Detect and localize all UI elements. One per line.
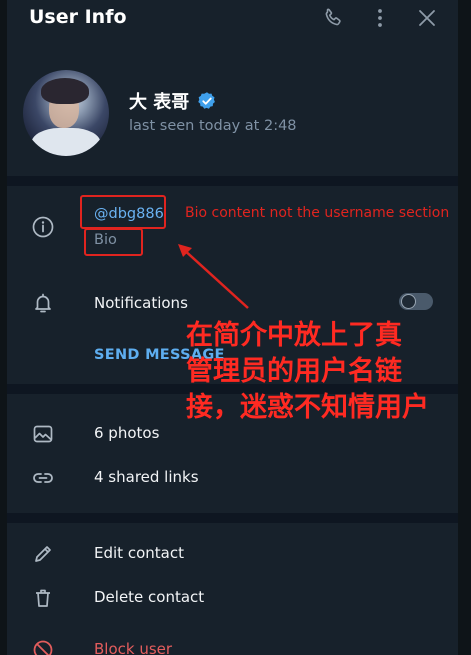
more-vertical-icon[interactable] xyxy=(368,6,392,30)
block-user-button[interactable]: Block user xyxy=(94,640,172,655)
pencil-icon xyxy=(31,542,55,566)
link-icon xyxy=(31,466,55,490)
trash-icon xyxy=(31,586,55,610)
profile-name: 大 表哥 xyxy=(129,92,190,113)
username-highlight-box xyxy=(80,195,166,229)
annotation-chinese-note: 在简介中放上了真 管理员的用户名链 接，迷惑不知情用户 xyxy=(186,318,466,426)
annotation-english-note: Bio content not the username section xyxy=(185,205,450,221)
annotation-chinese-line: 接，迷惑不知情用户 xyxy=(186,392,429,423)
delete-contact-button[interactable]: Delete contact xyxy=(94,588,204,606)
section-divider xyxy=(7,176,458,186)
annotation-chinese-line: 管理员的用户名链 xyxy=(186,356,402,387)
block-icon xyxy=(31,638,55,655)
notifications-toggle[interactable] xyxy=(399,293,433,310)
phone-icon[interactable] xyxy=(321,6,345,30)
info-icon xyxy=(31,215,55,239)
shared-links-link[interactable]: 4 shared links xyxy=(94,468,199,486)
bell-icon xyxy=(31,291,55,315)
annotation-chinese-line: 在简介中放上了真 xyxy=(186,320,402,351)
photo-icon xyxy=(31,422,55,446)
profile-name-row: 大 表哥 xyxy=(129,90,217,113)
panel-title: User Info xyxy=(29,6,127,28)
last-seen-status: last seen today at 2:48 xyxy=(129,118,297,134)
close-icon[interactable] xyxy=(415,6,439,30)
edit-contact-button[interactable]: Edit contact xyxy=(94,544,184,562)
photos-count-link[interactable]: 6 photos xyxy=(94,424,159,442)
section-divider xyxy=(7,513,458,523)
panel-header: User Info xyxy=(7,0,458,38)
bio-highlight-box xyxy=(84,228,143,256)
verified-badge-icon xyxy=(197,91,217,111)
left-background-strip xyxy=(0,0,7,655)
annotation-arrow-icon xyxy=(178,244,249,309)
profile-avatar[interactable] xyxy=(23,70,109,156)
